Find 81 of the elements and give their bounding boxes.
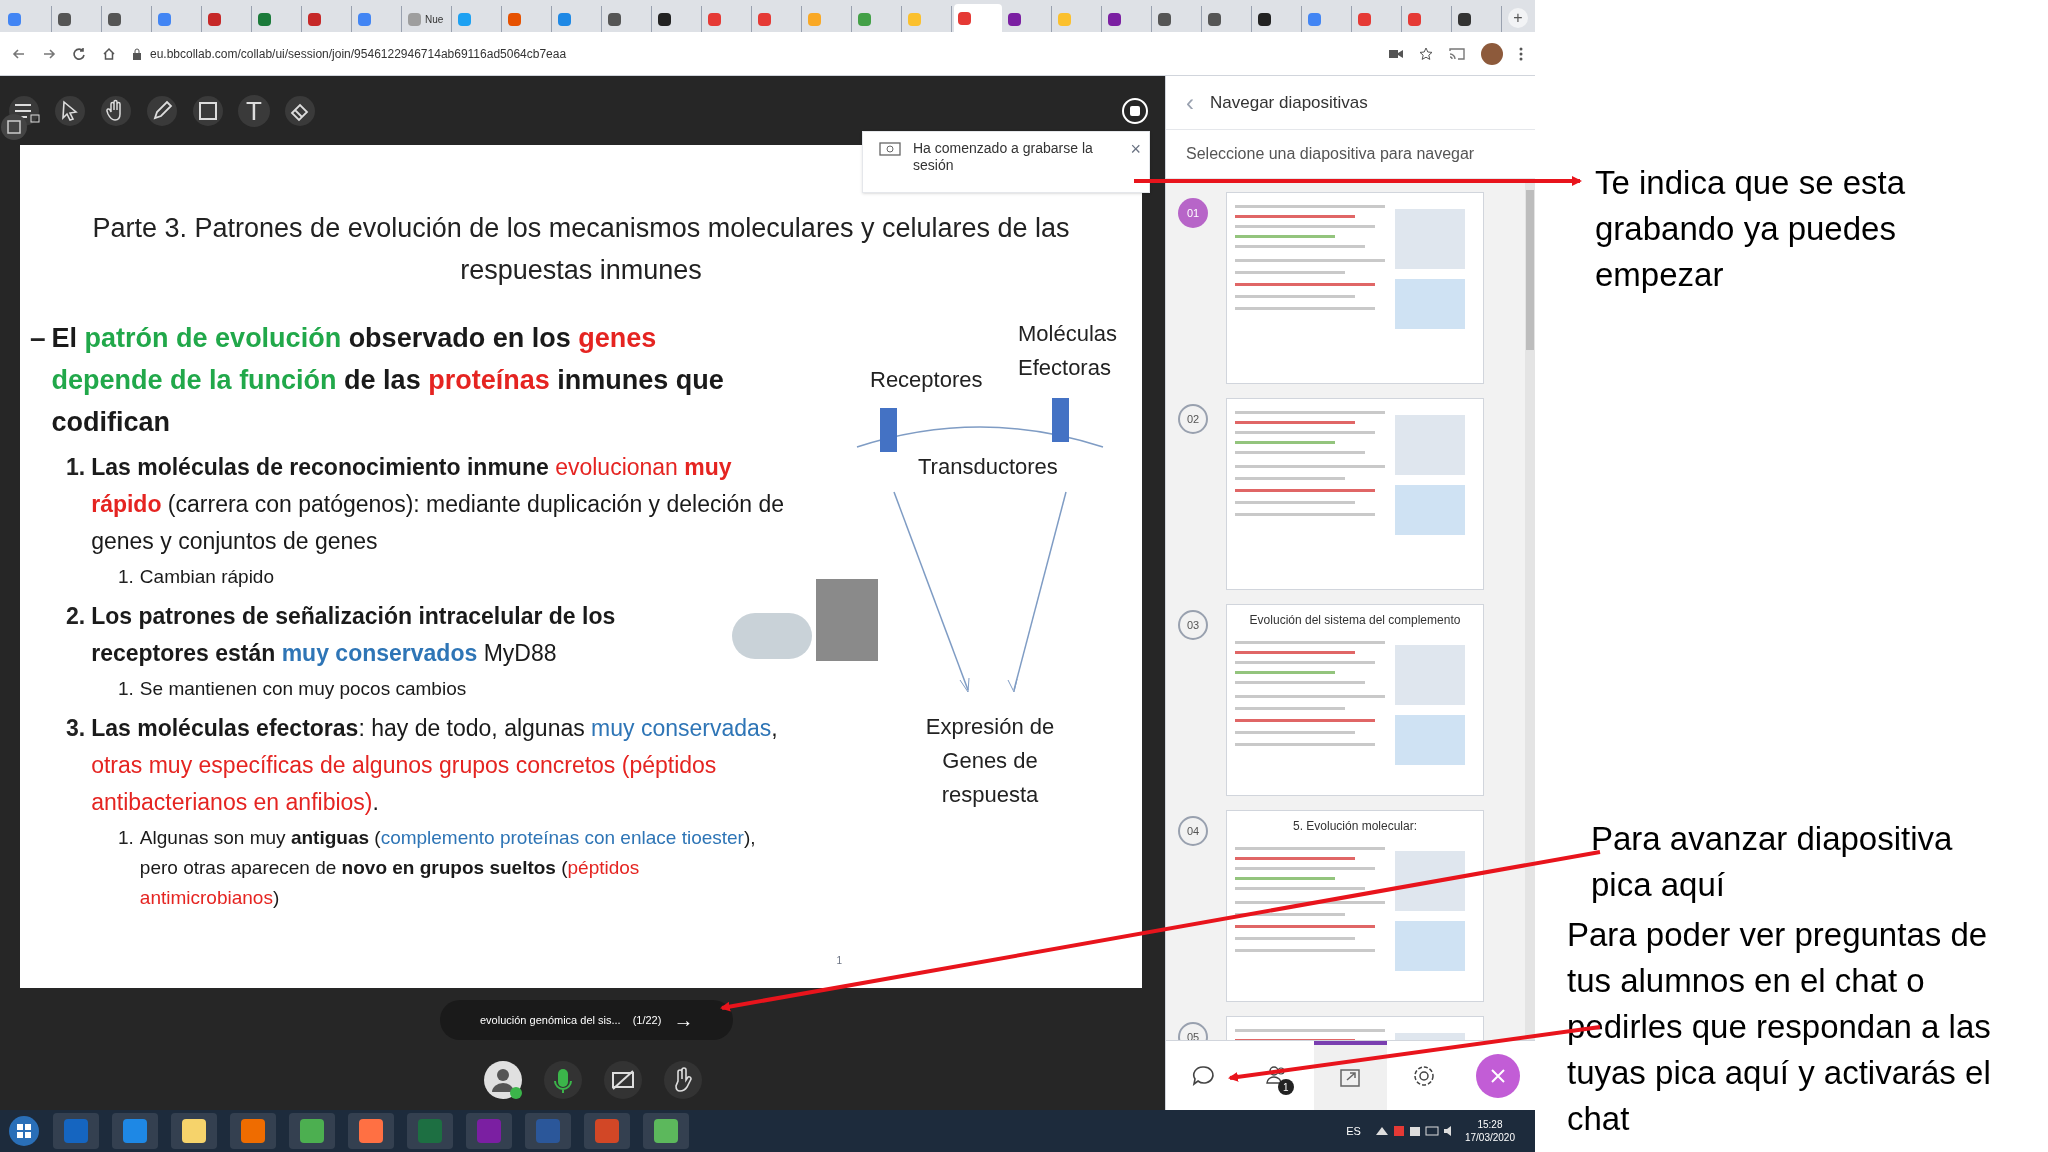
text-tool-button[interactable]: T	[238, 94, 270, 127]
participants-tab[interactable]: 1	[1239, 1041, 1314, 1110]
url-text[interactable]: eu.bbcollab.com/collab/ui/session/join/9546122946714ab69116ad5064cb7eaa	[150, 44, 1373, 63]
effector-bar	[1052, 398, 1069, 442]
slide-name: evolución genómica del sis...	[480, 1012, 621, 1028]
more-icon[interactable]	[1519, 46, 1523, 61]
microphone-icon[interactable]	[543, 1060, 583, 1100]
start-icon[interactable]	[8, 1115, 40, 1147]
list-number: 1.	[118, 826, 134, 850]
slide-thumbnail[interactable]: Evolución del sistema del complemento	[1226, 604, 1484, 796]
clock-date[interactable]: 17/03/2020	[1464, 1131, 1515, 1144]
sub-item-text: Algunas son muy antiguas (complemento proteínas con enlace tioester), pero otras aparecen de novo en grupos sueltos (péptidos antimicrobianos)	[139, 826, 757, 910]
page-number: 1	[836, 954, 842, 968]
hand-raise-icon[interactable]	[663, 1060, 703, 1100]
hand-icon[interactable]	[100, 94, 132, 127]
taskbar-app-icon[interactable]	[171, 1113, 217, 1149]
slide-thumbnail[interactable]	[1226, 192, 1484, 384]
new-tab-button[interactable]: +	[1508, 8, 1528, 28]
video-icon	[879, 140, 901, 158]
annotation-text: Para avanzar diapositiva pica aquí	[1591, 819, 1954, 905]
list-number: 1.	[66, 453, 86, 482]
taskbar-app-icon[interactable]	[289, 1113, 335, 1149]
sub-item-text: Cambian rápido	[139, 565, 275, 589]
home-icon[interactable]	[102, 46, 116, 61]
profile-avatar[interactable]	[1481, 42, 1503, 65]
close-button[interactable]: ×	[1130, 140, 1141, 158]
receptor-bar	[880, 408, 897, 452]
sidebar-subtitle: Seleccione una diapositiva para navegar	[1186, 144, 1475, 164]
slides-panel-icon[interactable]	[0, 113, 28, 141]
slide-thumbnail[interactable]	[1226, 398, 1484, 590]
list-item-text: Las moléculas efectoras: hay de todo, algunas muy conservadas, otras muy específicas de algunos grupos concretos (péptidos antibacterianos en anfibios).	[91, 714, 779, 817]
slide-thumbnail[interactable]: 5. Evolución molecular:	[1226, 810, 1484, 1002]
slide-number[interactable]: 03	[1178, 610, 1208, 640]
lock-icon	[132, 47, 142, 60]
star-icon[interactable]	[1419, 46, 1433, 61]
diagram-label: Transductores	[918, 453, 1058, 481]
list-number: 3.	[66, 714, 86, 743]
list-item-text: Los patrones de señalización intracelular de los receptores están muy conservados MyD88	[91, 602, 617, 668]
clock-time[interactable]: 15:28	[1477, 1118, 1503, 1131]
chat-icon	[1190, 1063, 1215, 1088]
diagram-label: Moléculas Efectoras	[1018, 320, 1119, 382]
reload-icon[interactable]	[72, 46, 86, 61]
notification-text: Ha comenzado a grabarse la sesión	[913, 140, 1094, 174]
next-slide-button[interactable]: →	[673, 1010, 694, 1030]
bullet-text: El patrón de evolución observado en los genes depende de la función de las proteínas inmunes que codifican	[51, 322, 725, 439]
avatar-icon[interactable]	[483, 1060, 523, 1100]
share-tab[interactable]	[1313, 1041, 1388, 1110]
list-number: 1.	[118, 565, 134, 589]
system-tray-icons[interactable]	[1373, 1123, 1452, 1139]
scrollbar[interactable]	[1525, 180, 1535, 1040]
annotation-text: Te indica que se esta grabando ya puedes empezar	[1595, 163, 1907, 295]
diagram-label: Expresión de Genes de respuesta	[924, 713, 1056, 809]
eraser-icon[interactable]	[284, 94, 316, 127]
camera-icon[interactable]	[1389, 48, 1403, 59]
taskbar-app-icon[interactable]	[348, 1113, 394, 1149]
pencil-icon[interactable]	[146, 94, 178, 127]
slide-number[interactable]: 04	[1178, 816, 1208, 846]
thumbnail-title: 5. Evolución molecular:	[1291, 818, 1419, 835]
taskbar-app-icon[interactable]	[643, 1113, 689, 1149]
camera-off-icon[interactable]	[603, 1060, 643, 1100]
slide-number[interactable]: 02	[1178, 404, 1208, 434]
slide-title: Parte 3. Patrones de evolución de los mecanismos moleculares y celulares de las respuestas inmunes	[91, 212, 1071, 287]
list-number: 2.	[66, 602, 86, 631]
record-icon[interactable]	[1121, 96, 1149, 125]
diagram-label: Receptores	[870, 366, 983, 394]
forward-icon[interactable]	[42, 46, 56, 61]
sub-item-text: Se mantienen con muy pocos cambios	[139, 677, 468, 701]
settings-icon	[1412, 1063, 1437, 1088]
sidebar-title: Navegar diapositivas	[1210, 91, 1368, 114]
cast-icon[interactable]	[1449, 47, 1465, 60]
thumbnail-title: Evolución del sistema del complemento	[1248, 612, 1462, 629]
bullet-marker: –	[30, 321, 46, 355]
count-badge: 1	[1277, 1079, 1294, 1095]
slide-number[interactable]: 01	[1178, 198, 1208, 228]
slide-position: (1/22)	[632, 1012, 662, 1028]
back-icon[interactable]	[12, 46, 26, 61]
language-indicator[interactable]: ES	[1346, 1122, 1361, 1140]
pointer-icon[interactable]	[54, 94, 86, 127]
taskbar-app-icon[interactable]	[230, 1113, 276, 1149]
list-number: 1.	[118, 677, 134, 701]
list-item-text: Las moléculas de reconocimiento inmune evolucionan muy rápido (carrera con patógenos): mediante duplicación y deleción de genes y conjuntos de genes	[91, 453, 786, 556]
